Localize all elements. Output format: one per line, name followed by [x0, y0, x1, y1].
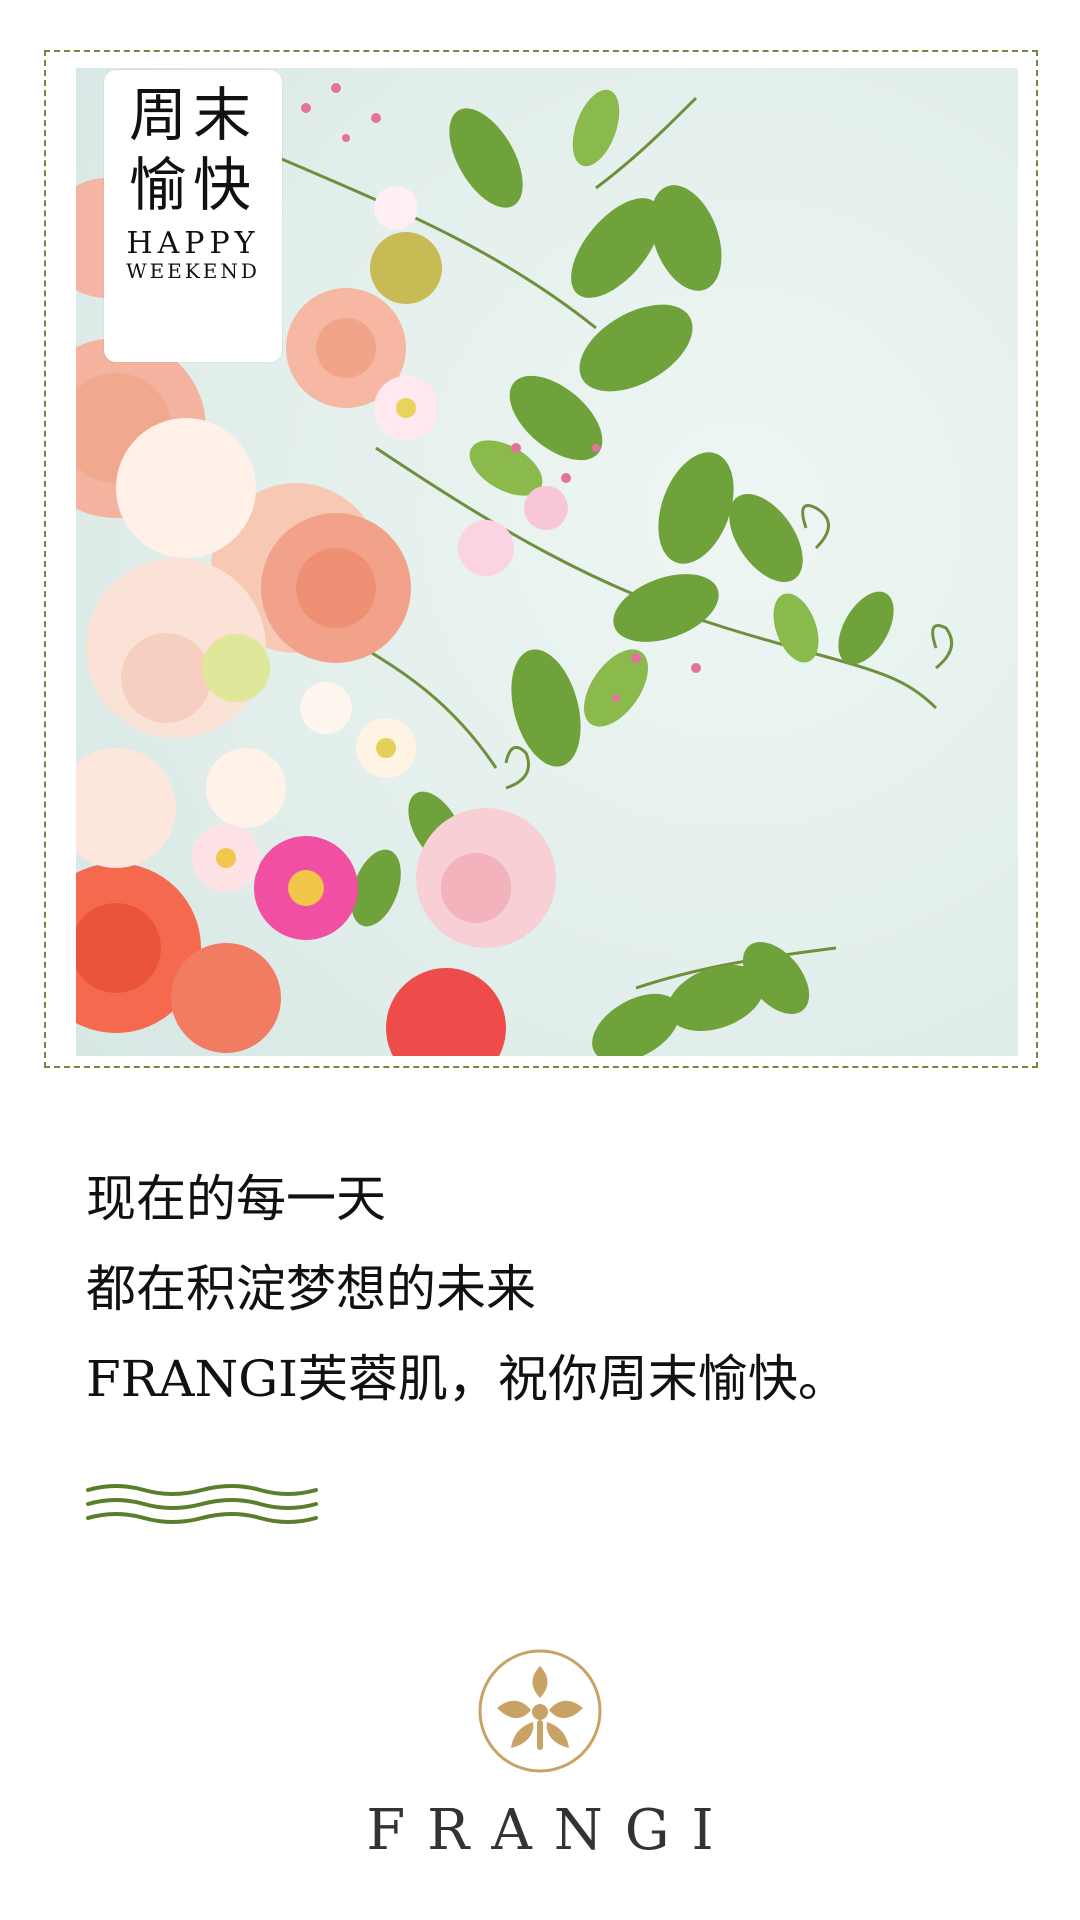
badge-title-en-line2: WEEKEND — [126, 259, 260, 283]
happy-weekend-badge: 周末 愉快 HAPPY WEEKEND — [104, 70, 282, 362]
wave-lines-icon — [86, 1484, 318, 1524]
brand-wordmark: FRANGI — [366, 1798, 736, 1863]
message-line-3: FRANGI芙蓉肌，祝你周末愉快。 — [86, 1350, 848, 1408]
message-block: 现在的每一天 都在积淀梦想的未来 FRANGI芙蓉肌，祝你周末愉快。 — [86, 1170, 1046, 1440]
message-line-2: 都在积淀梦想的未来 — [86, 1260, 536, 1318]
message-line-1: 现在的每一天 — [86, 1170, 386, 1228]
badge-title-en-line1: HAPPY — [126, 226, 260, 261]
badge-title-cn: 周末 愉快 — [128, 81, 257, 219]
frangi-emblem-icon — [478, 1649, 602, 1773]
